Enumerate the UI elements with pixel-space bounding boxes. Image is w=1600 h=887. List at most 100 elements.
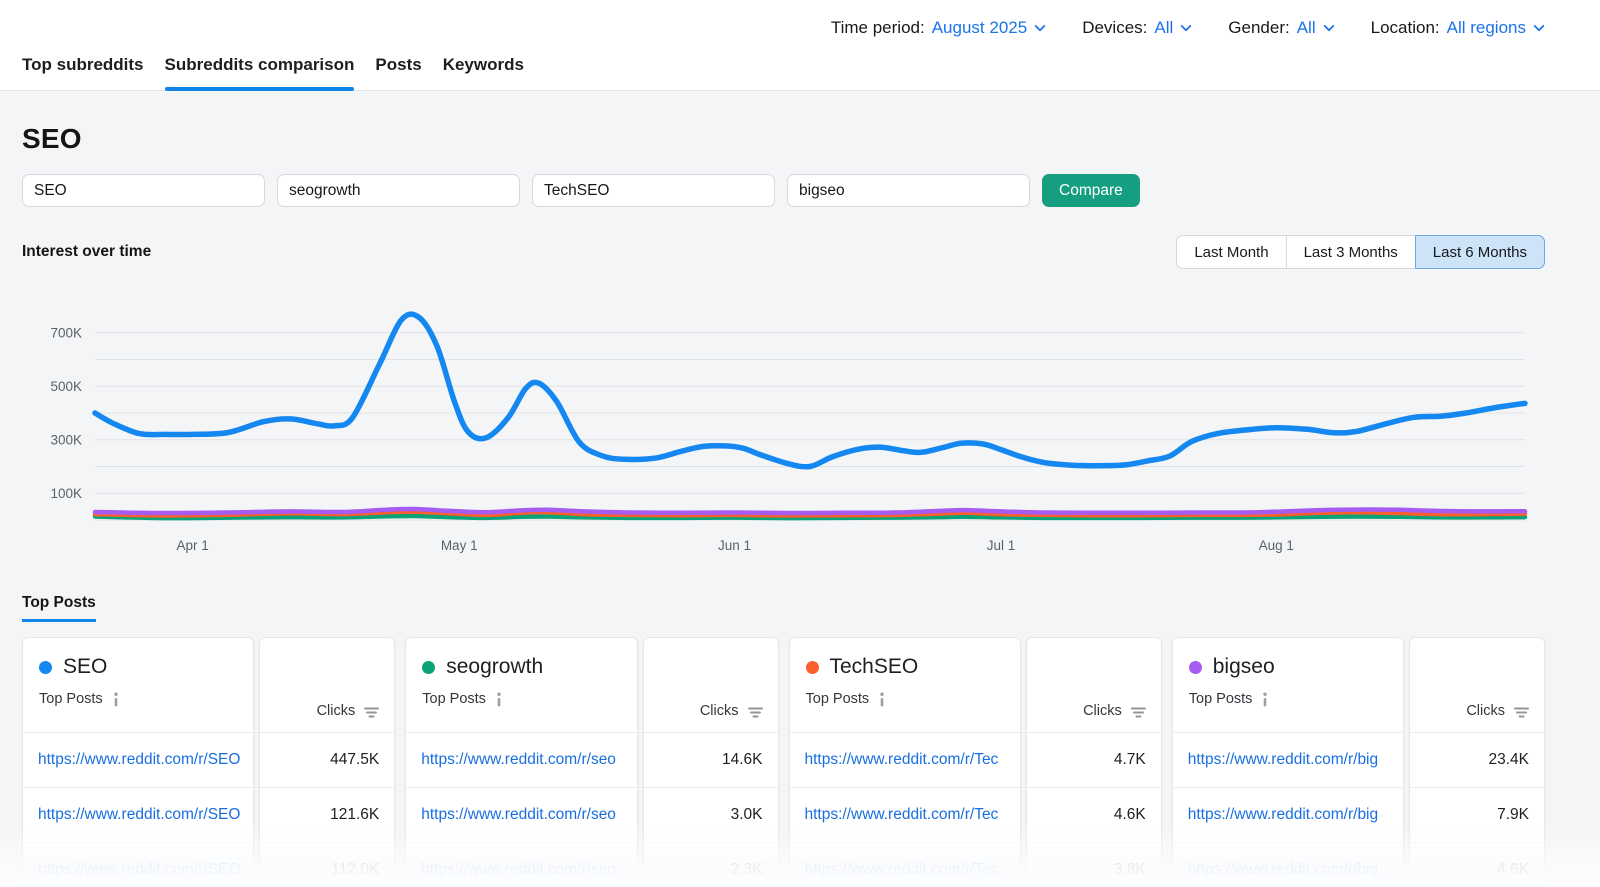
- chevron-down-icon: [1035, 20, 1046, 31]
- interest-over-time-title: Interest over time: [22, 243, 151, 261]
- tab-posts[interactable]: Posts: [375, 55, 421, 90]
- interest-over-time-chart: 100K300K500K700KApr 1May 1Jun 1Jul 1Aug …: [22, 292, 1545, 569]
- subreddit-input-1[interactable]: [22, 174, 265, 207]
- subreddit-input-4[interactable]: [787, 174, 1030, 207]
- table-row: https://www.reddit.com/r/Tec: [790, 787, 1020, 842]
- time-period-filter[interactable]: Time period: August 2025: [831, 18, 1044, 38]
- svg-text:700K: 700K: [50, 325, 82, 340]
- table-row: https://www.reddit.com/r/SEO: [23, 787, 253, 842]
- top-filter-bar: Time period: August 2025 Devices: All Ge…: [0, 0, 1600, 55]
- top-posts-section-tab[interactable]: Top Posts: [22, 594, 96, 622]
- clicks-value: 23.4K: [1410, 732, 1544, 787]
- info-icon[interactable]: [112, 692, 120, 707]
- tab-top-subreddits[interactable]: Top subreddits: [22, 55, 144, 90]
- card-subreddit-name: seogrowth: [446, 655, 543, 679]
- info-icon[interactable]: [495, 692, 503, 707]
- post-url-link[interactable]: https://www.reddit.com/r/seo: [421, 861, 616, 879]
- top-posts-card-seo: SEO Top Posts https://www.reddit.com/r/S…: [22, 637, 395, 887]
- top-posts-card-seogrowth: seogrowth Top Posts https://www.reddit.c…: [405, 637, 778, 887]
- location-filter[interactable]: Location: All regions: [1371, 18, 1543, 38]
- clicks-value: 2.3K: [644, 842, 778, 887]
- sort-icon[interactable]: [363, 706, 380, 719]
- table-row: https://www.reddit.com/r/seo: [406, 842, 636, 887]
- subreddit-input-3[interactable]: [532, 174, 775, 207]
- main-tabs: Top subreddits Subreddits comparison Pos…: [0, 55, 1600, 91]
- gender-label: Gender:: [1228, 18, 1289, 38]
- last-month-button[interactable]: Last Month: [1176, 235, 1286, 269]
- svg-text:100K: 100K: [50, 486, 82, 501]
- last-3-months-button[interactable]: Last 3 Months: [1286, 235, 1416, 269]
- series-color-dot: [422, 661, 435, 674]
- post-url-link[interactable]: https://www.reddit.com/r/Tec: [805, 751, 999, 769]
- post-url-link[interactable]: https://www.reddit.com/r/big: [1188, 751, 1378, 769]
- post-url-link[interactable]: https://www.reddit.com/r/SEO: [38, 861, 240, 879]
- info-icon[interactable]: [878, 692, 886, 707]
- clicks-column-header[interactable]: Clicks: [700, 703, 739, 719]
- post-url-link[interactable]: https://www.reddit.com/r/Tec: [805, 861, 999, 879]
- top-posts-card-techseo: TechSEO Top Posts https://www.reddit.com…: [789, 637, 1162, 887]
- clicks-value: 3.0K: [644, 787, 778, 842]
- svg-text:300K: 300K: [50, 432, 82, 447]
- time-period-value: August 2025: [932, 18, 1027, 38]
- clicks-value: 4.6K: [1410, 842, 1544, 887]
- table-row: https://www.reddit.com/r/seo: [406, 787, 636, 842]
- devices-label: Devices:: [1082, 18, 1147, 38]
- main-content: SEO Compare Interest over time Last Mont…: [0, 123, 1567, 887]
- sort-icon[interactable]: [1513, 706, 1530, 719]
- series-color-dot: [806, 661, 819, 674]
- post-url-link[interactable]: https://www.reddit.com/r/seo: [421, 806, 616, 824]
- sort-icon[interactable]: [1130, 706, 1147, 719]
- page-title: SEO: [22, 123, 1567, 155]
- post-url-link[interactable]: https://www.reddit.com/r/SEO: [38, 751, 240, 769]
- svg-text:May 1: May 1: [441, 538, 478, 553]
- clicks-value: 4.7K: [1027, 732, 1161, 787]
- top-posts-cards: SEO Top Posts https://www.reddit.com/r/S…: [22, 637, 1545, 887]
- clicks-value: 14.6K: [644, 732, 778, 787]
- clicks-value: 4.6K: [1027, 787, 1161, 842]
- svg-text:500K: 500K: [50, 379, 82, 394]
- top-posts-column-header: Top Posts: [806, 691, 870, 707]
- subreddit-input-2[interactable]: [277, 174, 520, 207]
- chevron-down-icon: [1323, 20, 1334, 31]
- devices-filter[interactable]: Devices: All: [1082, 18, 1190, 38]
- svg-text:Aug 1: Aug 1: [1259, 538, 1294, 553]
- table-row: https://www.reddit.com/r/big: [1173, 787, 1403, 842]
- post-url-link[interactable]: https://www.reddit.com/r/big: [1188, 861, 1378, 879]
- chart-header: Interest over time Last Month Last 3 Mon…: [22, 235, 1545, 269]
- post-url-link[interactable]: https://www.reddit.com/r/big: [1188, 806, 1378, 824]
- clicks-value: 112.0K: [260, 842, 394, 887]
- top-posts-column-header: Top Posts: [39, 691, 103, 707]
- post-url-link[interactable]: https://www.reddit.com/r/SEO: [38, 806, 240, 824]
- info-icon[interactable]: [1261, 692, 1269, 707]
- time-period-label: Time period:: [831, 18, 925, 38]
- series-color-dot: [1189, 661, 1202, 674]
- card-subreddit-name: SEO: [63, 655, 107, 679]
- clicks-column-header[interactable]: Clicks: [1466, 703, 1505, 719]
- card-subreddit-name: bigseo: [1213, 655, 1275, 679]
- post-url-link[interactable]: https://www.reddit.com/r/Tec: [805, 806, 999, 824]
- tab-keywords[interactable]: Keywords: [443, 55, 524, 90]
- post-url-link[interactable]: https://www.reddit.com/r/seo: [421, 751, 616, 769]
- gender-value: All: [1297, 18, 1316, 38]
- series-color-dot: [39, 661, 52, 674]
- clicks-column-header[interactable]: Clicks: [1083, 703, 1122, 719]
- chevron-down-icon: [1533, 20, 1544, 31]
- location-value: All regions: [1447, 18, 1526, 38]
- top-posts-card-bigseo: bigseo Top Posts https://www.reddit.com/…: [1172, 637, 1545, 887]
- table-row: https://www.reddit.com/r/Tec: [790, 732, 1020, 787]
- gender-filter[interactable]: Gender: All: [1228, 18, 1332, 38]
- tab-subreddits-comparison[interactable]: Subreddits comparison: [165, 55, 355, 90]
- clicks-column-header[interactable]: Clicks: [317, 703, 356, 719]
- table-row: https://www.reddit.com/r/Tec: [790, 842, 1020, 887]
- time-range-toggle: Last Month Last 3 Months Last 6 Months: [1176, 235, 1545, 269]
- clicks-value: 7.9K: [1410, 787, 1544, 842]
- chevron-down-icon: [1181, 20, 1192, 31]
- card-subreddit-name: TechSEO: [830, 655, 919, 679]
- clicks-value: 447.5K: [260, 732, 394, 787]
- top-posts-column-header: Top Posts: [422, 691, 486, 707]
- table-row: https://www.reddit.com/r/big: [1173, 732, 1403, 787]
- interest-chart-svg: 100K300K500K700KApr 1May 1Jun 1Jul 1Aug …: [22, 292, 1545, 564]
- sort-icon[interactable]: [747, 706, 764, 719]
- last-6-months-button[interactable]: Last 6 Months: [1415, 235, 1545, 269]
- compare-button[interactable]: Compare: [1042, 174, 1140, 207]
